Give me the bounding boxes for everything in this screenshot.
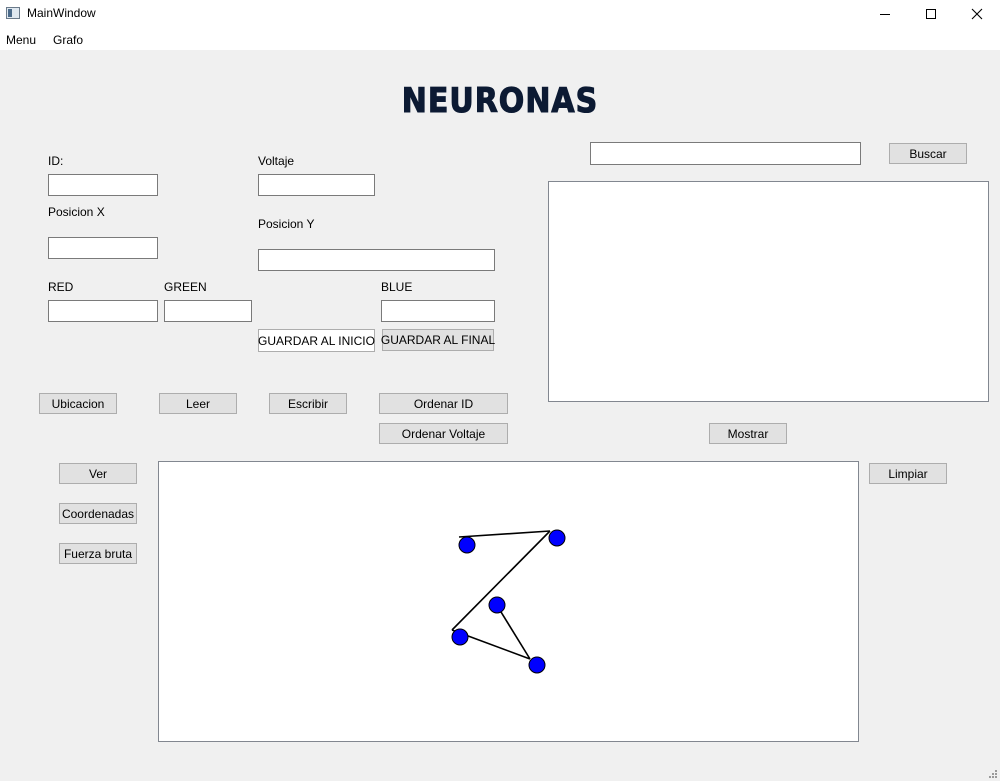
window-title: MainWindow <box>27 6 96 20</box>
menu-bar: Menu Grafo <box>0 28 1000 50</box>
close-icon <box>971 8 983 20</box>
escribir-button[interactable]: Escribir <box>269 393 347 414</box>
ordenar-id-button[interactable]: Ordenar ID <box>379 393 508 414</box>
posicion-x-label: Posicion X <box>48 205 105 219</box>
page-title: NEURONAS <box>401 81 599 122</box>
ubicacion-button[interactable]: Ubicacion <box>39 393 117 414</box>
graph-node <box>548 529 566 547</box>
green-input[interactable] <box>164 300 252 322</box>
close-button[interactable] <box>954 0 1000 28</box>
graph-canvas[interactable] <box>158 461 859 742</box>
maximize-icon <box>926 9 936 19</box>
graph-node <box>488 596 506 614</box>
voltaje-input[interactable] <box>258 174 375 196</box>
id-label: ID: <box>48 154 64 168</box>
leer-button[interactable]: Leer <box>159 393 237 414</box>
guardar-inicio-button[interactable]: GUARDAR AL INICIO <box>258 329 375 352</box>
maximize-button[interactable] <box>908 0 954 28</box>
graph-edge <box>458 530 551 538</box>
blue-label: BLUE <box>381 280 413 294</box>
posicion-x-input[interactable] <box>48 237 158 259</box>
minimize-icon <box>880 14 890 15</box>
graph-node <box>458 536 476 554</box>
coordenadas-button[interactable]: Coordenadas <box>59 503 137 524</box>
posicion-y-label: Posicion Y <box>258 217 315 231</box>
posicion-y-input[interactable] <box>258 249 495 271</box>
voltaje-label: Voltaje <box>258 154 295 168</box>
blue-input[interactable] <box>381 300 495 322</box>
mostrar-button[interactable]: Mostrar <box>709 423 787 444</box>
guardar-final-button[interactable]: GUARDAR AL FINAL <box>381 329 495 351</box>
buscar-button[interactable]: Buscar <box>889 143 967 164</box>
app-window-icon <box>6 7 20 19</box>
graph-drawing <box>451 529 566 674</box>
ver-button[interactable]: Ver <box>59 463 137 484</box>
search-input[interactable] <box>590 142 861 165</box>
graph-node <box>451 628 469 646</box>
id-input[interactable] <box>48 174 158 196</box>
fuerza-bruta-button[interactable]: Fuerza bruta <box>59 543 137 564</box>
menu-item-grafo[interactable]: Grafo <box>53 33 83 47</box>
minimize-button[interactable] <box>862 0 908 28</box>
green-label: GREEN <box>164 280 207 294</box>
menu-item-menu[interactable]: Menu <box>6 33 36 47</box>
limpiar-button[interactable]: Limpiar <box>869 463 947 484</box>
ordenar-voltaje-button[interactable]: Ordenar Voltaje <box>379 423 508 444</box>
title-bar: MainWindow <box>0 0 1000 28</box>
resize-grip-icon[interactable] <box>988 769 998 779</box>
output-text-area[interactable] <box>548 181 989 402</box>
red-input[interactable] <box>48 300 158 322</box>
red-label: RED <box>48 280 74 294</box>
graph-node <box>528 656 546 674</box>
